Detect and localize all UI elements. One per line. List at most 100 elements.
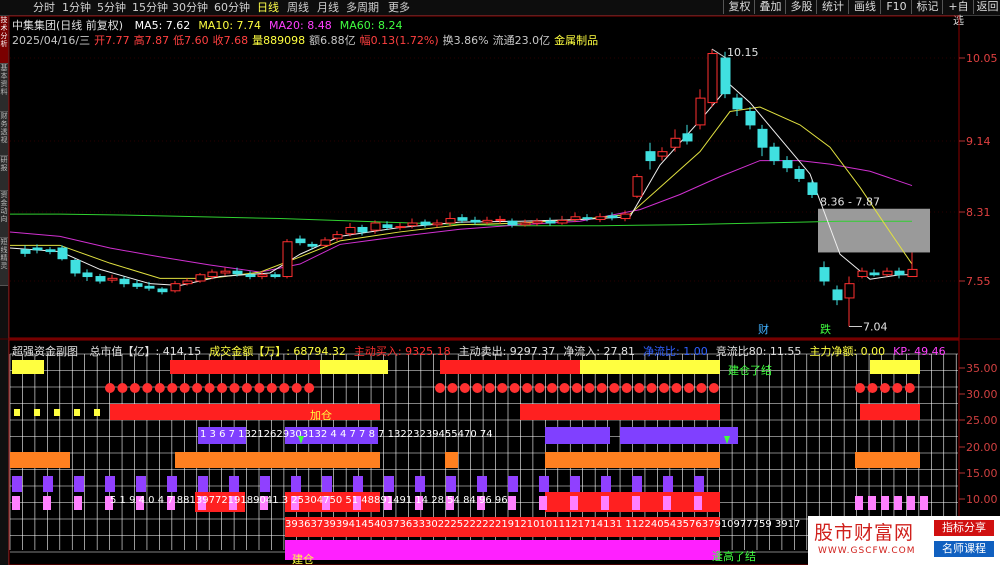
candle-body-33 — [432, 222, 443, 226]
candle-body-62 — [794, 169, 805, 179]
row1-yellow-d — [870, 360, 920, 374]
candle-body-12 — [170, 283, 181, 292]
candle-body-39 — [507, 220, 518, 226]
signal-dot — [571, 383, 582, 393]
signal-dot — [634, 383, 645, 393]
row6-pink — [601, 496, 609, 510]
high-price-label: 10.15 — [727, 46, 759, 59]
candle-body-23 — [307, 243, 318, 247]
candle-body-41 — [532, 220, 543, 224]
row6-purple — [663, 476, 673, 492]
candle-body-13 — [182, 280, 193, 285]
row6-purple — [43, 476, 53, 492]
candle-body-40 — [520, 222, 531, 226]
watermark-tag-share[interactable]: 指标分享 — [934, 520, 994, 536]
row3-yellow-pip — [34, 409, 40, 416]
signal-dot — [154, 383, 165, 393]
annotation-open-position: 建仓 — [292, 552, 314, 565]
row1-yellow-c — [580, 360, 720, 374]
signal-dot — [696, 383, 707, 393]
watermark-title: 股市财富网 — [814, 522, 915, 544]
candle-body-56 — [720, 57, 731, 95]
sub-field-4: 净流入: 27.81 — [563, 345, 636, 358]
row3-yellow-pip — [94, 409, 100, 416]
row4-purple-d — [620, 427, 738, 444]
candle-body-53 — [682, 133, 693, 142]
row1-yellow-b — [320, 360, 388, 374]
signal-dot — [904, 383, 915, 393]
candle-body-42 — [545, 220, 556, 224]
annotation-close-position: 建仓了结 — [728, 363, 772, 377]
row6-purple — [477, 476, 487, 492]
row6-purple — [570, 476, 580, 492]
row6-pink-r — [868, 496, 876, 510]
row6-purple — [198, 476, 208, 492]
candle-body-51 — [657, 151, 668, 157]
signal-dot — [596, 383, 607, 393]
row5-orange-c — [445, 452, 458, 468]
candle-body-57 — [732, 97, 743, 110]
candle-body-25 — [332, 234, 343, 239]
candle-body-11 — [157, 288, 168, 293]
finance-mark: 财 — [758, 322, 769, 336]
signal-dot — [609, 383, 620, 393]
row6-purple — [446, 476, 456, 492]
sub-number-row-3: 3936373939414540373633302225222222191210… — [285, 519, 800, 530]
sub-chart-title: 超强资金副图 — [12, 345, 78, 358]
row5-orange-e — [855, 452, 920, 468]
candle-body-66 — [844, 283, 855, 299]
row6-pink-r — [920, 496, 928, 510]
row1-red-a — [170, 360, 320, 374]
signal-dot — [484, 383, 495, 393]
candle-body-58 — [745, 111, 756, 126]
signal-dot — [867, 383, 878, 393]
signal-dot — [459, 383, 470, 393]
candle-body-55 — [707, 53, 718, 104]
row6-purple — [415, 476, 425, 492]
row6-pink — [12, 496, 20, 510]
row6-pink-r — [907, 496, 915, 510]
range-highlight-box — [818, 208, 930, 253]
sub-field-0: 总市值【亿】: 414.15 — [89, 345, 202, 358]
candle-body-71 — [907, 268, 918, 278]
candle-body-37 — [482, 219, 493, 223]
row6-pink-r — [881, 496, 889, 510]
row3-red-b — [520, 404, 720, 420]
row6-purple — [105, 476, 115, 492]
sub-y-label-0: 35.00 — [966, 362, 998, 375]
sub-y-label-4: 15.00 — [966, 467, 998, 480]
candle-body-27 — [357, 226, 368, 233]
row6-pink-r — [894, 496, 902, 510]
candle-body-60 — [769, 146, 780, 162]
candle-body-50 — [645, 151, 656, 162]
candle-body-69 — [882, 270, 893, 276]
candle-body-67 — [857, 270, 868, 278]
signal-dot — [879, 383, 890, 393]
sub-field-1: 成交金额【万】: 68794.32 — [209, 345, 346, 358]
candle-body-68 — [869, 272, 880, 276]
candle-body-32 — [420, 221, 431, 226]
row6-purple — [291, 476, 301, 492]
candle-body-6 — [95, 276, 106, 282]
row3-red-a — [110, 404, 380, 420]
candle-body-3 — [57, 247, 68, 260]
watermark-tag-course[interactable]: 名师课程 — [934, 541, 994, 557]
row6-purple — [167, 476, 177, 492]
sub-field-8: KP: 49.46 — [893, 345, 946, 358]
row3-yellow-pip — [74, 409, 80, 416]
candle-body-29 — [382, 224, 393, 228]
candle-body-21 — [282, 241, 293, 278]
candle-body-17 — [232, 270, 243, 275]
signal-dot — [559, 383, 570, 393]
row6-pink — [663, 496, 671, 510]
signal-dot — [179, 383, 190, 393]
row6-purple — [694, 476, 704, 492]
candle-body-43 — [557, 219, 568, 224]
signal-dot — [254, 383, 265, 393]
signal-dot — [646, 383, 657, 393]
row6-purple — [322, 476, 332, 492]
row6-pink — [570, 496, 578, 510]
candle-body-7 — [107, 277, 118, 281]
signal-dot — [304, 383, 315, 393]
chart-canvas[interactable]: 10.05 9.14 8.31 7.55 10.15 7.04 8.36 - 7.87 财 跌 3… — [0, 0, 1000, 565]
